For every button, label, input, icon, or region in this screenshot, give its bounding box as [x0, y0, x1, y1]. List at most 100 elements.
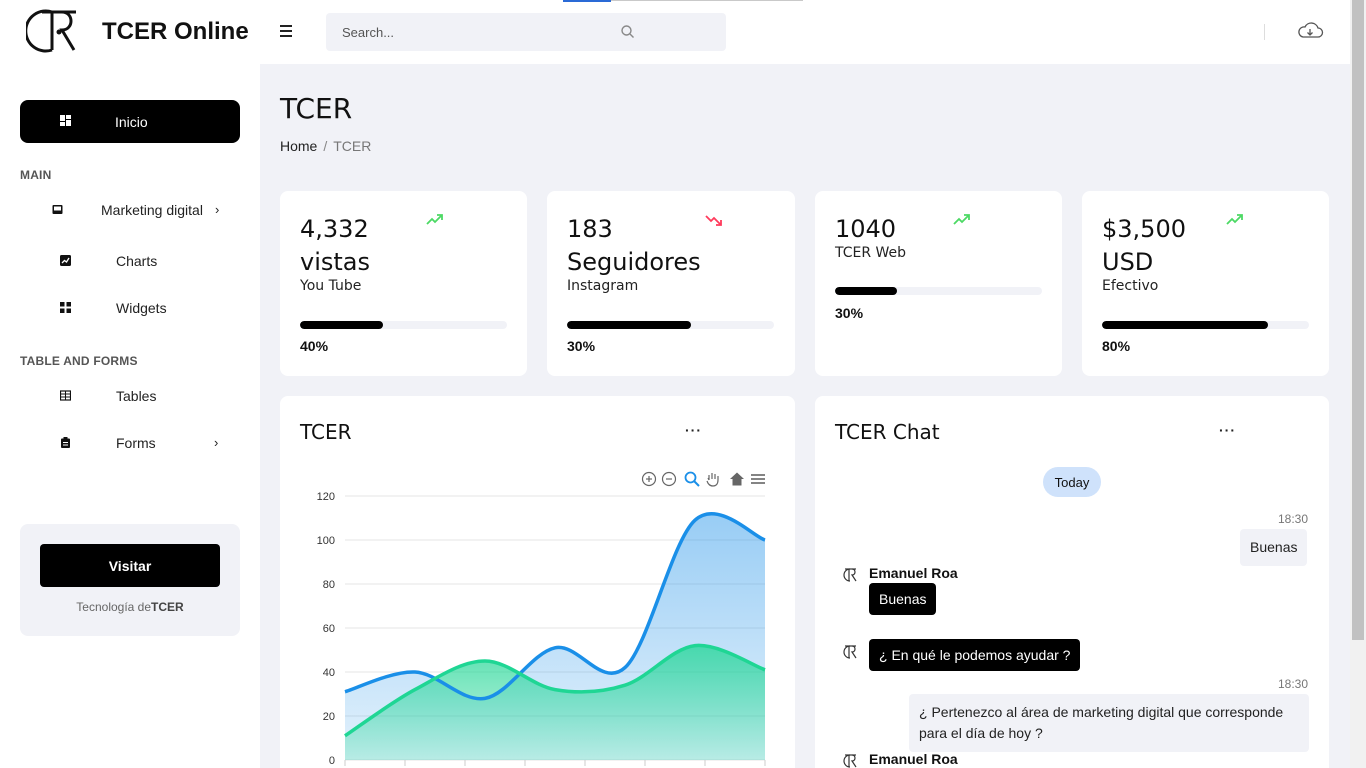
chat-card: TCER Chat ··· Today 18:30 Buenas Emanuel… [815, 396, 1329, 768]
breadcrumb-home[interactable]: Home [280, 138, 317, 154]
breadcrumb: Home / TCER [280, 138, 371, 154]
progress-fill [1102, 321, 1268, 329]
search-icon[interactable] [620, 24, 636, 40]
message-bubble-sent: Buenas [1240, 529, 1308, 566]
sidebar-item-charts[interactable]: Charts [20, 243, 240, 279]
user-avatar-icon [843, 568, 857, 582]
progress-percent: 80% [1102, 338, 1131, 354]
message-bubble-received: ¿ En qué le podemos ayudar ? [869, 639, 1081, 671]
y-tick-label: 20 [323, 711, 335, 723]
sidebar-item-label: Widgets [116, 300, 167, 316]
chevron-right-icon: › [214, 435, 219, 450]
chart-card-title: TCER [300, 420, 352, 444]
hamburger-menu-icon[interactable] [280, 22, 298, 40]
visitar-button[interactable]: Visitar [40, 544, 220, 587]
message-bubble-received: Buenas [869, 583, 937, 615]
stat-card-efectivo: $3,500 USD Efectivo 80% [1082, 191, 1329, 376]
progress-bar [835, 287, 1042, 295]
y-tick-label: 80 [323, 579, 335, 591]
trend-up-icon [1226, 214, 1243, 225]
sidebar-item-label: Marketing digital [101, 202, 203, 218]
sidebar-item-tables[interactable]: Tables [20, 378, 240, 414]
stat-card-instagram: 183 Seguidores Instagram 30% [547, 191, 795, 376]
user-avatar-icon [843, 645, 857, 659]
sidebar-item-label: Tables [116, 388, 157, 404]
y-tick-label: 100 [317, 535, 335, 547]
stat-source: Efectivo [1102, 278, 1159, 294]
progress-fill [567, 321, 692, 329]
area-chart: 0 20 40 60 80 100 120 [317, 491, 766, 767]
date-separator-badge: Today [1043, 467, 1101, 497]
divider [1264, 24, 1265, 40]
sidebar: Inicio MAIN Marketing digital › Charts W… [0, 64, 260, 768]
sidebar-item-label: Forms [116, 435, 156, 451]
brand-name[interactable]: TCER Online [102, 18, 249, 46]
progress-bar [1102, 321, 1309, 329]
widgets-icon [60, 302, 71, 313]
message-bubble-sent: ¿ Pertenezco al área de marketing digita… [909, 694, 1309, 752]
promo-text-prefix: Tecnología de [76, 600, 152, 614]
sidebar-item-label: Charts [116, 253, 158, 269]
user-avatar-icon [843, 754, 857, 768]
message-time: 18:30 [1278, 677, 1309, 691]
clipboard-icon [61, 437, 70, 448]
sidebar-item-widgets[interactable]: Widgets [20, 290, 240, 326]
stat-source: TCER Web [835, 245, 907, 261]
stat-value: 183 Seguidores [567, 215, 701, 276]
loading-indicator [563, 0, 611, 2]
progress-percent: 30% [835, 305, 864, 321]
section-title-main: MAIN [20, 168, 52, 182]
search-box [326, 13, 726, 51]
scrollbar-thumb[interactable] [1352, 0, 1364, 640]
chevron-right-icon: › [215, 202, 220, 217]
more-options-icon[interactable]: ··· [685, 423, 702, 437]
search-input[interactable] [326, 13, 646, 51]
chart-card: TCER ··· 0 20 40 60 80 100 120 [280, 396, 795, 768]
page-title: TCER [280, 92, 353, 125]
stat-source: Instagram [567, 278, 639, 294]
progress-bar [567, 321, 774, 329]
chat-card-title: TCER Chat [835, 420, 940, 444]
progress-fill [835, 287, 898, 295]
sidebar-item-forms[interactable]: Forms › [20, 425, 240, 461]
progress-percent: 40% [300, 338, 329, 354]
stat-card-youtube: 4,332 vistas You Tube 40% [280, 191, 527, 376]
chart-icon [60, 255, 71, 266]
section-title-table-forms: TABLE AND FORMS [20, 354, 138, 368]
promo-card: Visitar Tecnología deTCER [20, 524, 240, 636]
inbox-icon [52, 205, 63, 214]
stat-value: 4,332 vistas [300, 215, 370, 276]
table-icon [60, 390, 71, 401]
loading-track [611, 0, 803, 1]
stat-source: You Tube [300, 278, 362, 294]
top-bar: TCER Online [0, 0, 1350, 64]
breadcrumb-separator: / [323, 138, 328, 154]
tcer-logo-icon[interactable] [26, 6, 80, 54]
y-tick-label: 120 [317, 491, 335, 503]
sender-name: Emanuel Roa [869, 751, 958, 767]
sender-name: Emanuel Roa [869, 565, 958, 581]
breadcrumb-current: TCER [333, 138, 372, 154]
y-tick-label: 40 [323, 667, 335, 679]
promo-text: Tecnología deTCER [20, 600, 240, 614]
cloud-download-icon[interactable] [1296, 20, 1324, 42]
trend-down-icon [705, 215, 722, 226]
y-tick-label: 60 [323, 623, 335, 635]
dashboard-icon [60, 115, 71, 126]
stat-value: $3,500 USD [1102, 215, 1186, 276]
y-tick-label: 0 [329, 755, 335, 767]
progress-bar [300, 321, 507, 329]
message-time: 18:30 [1278, 512, 1309, 526]
trend-up-icon [953, 214, 970, 225]
trend-up-icon [426, 214, 443, 225]
sidebar-item-inicio[interactable]: Inicio [20, 100, 240, 143]
message-line: para el día de hoy ? [919, 725, 1043, 741]
more-options-icon[interactable]: ··· [1219, 423, 1236, 437]
sidebar-item-marketing-digital[interactable]: Marketing digital › [20, 192, 240, 228]
promo-text-brand: TCER [151, 600, 184, 614]
stat-card-web: 1040 TCER Web 30% [815, 191, 1062, 376]
progress-percent: 30% [567, 338, 596, 354]
progress-fill [300, 321, 383, 329]
message-line: ¿ Pertenezco al área de marketing digita… [919, 704, 1284, 720]
sidebar-item-label: Inicio [115, 114, 148, 130]
